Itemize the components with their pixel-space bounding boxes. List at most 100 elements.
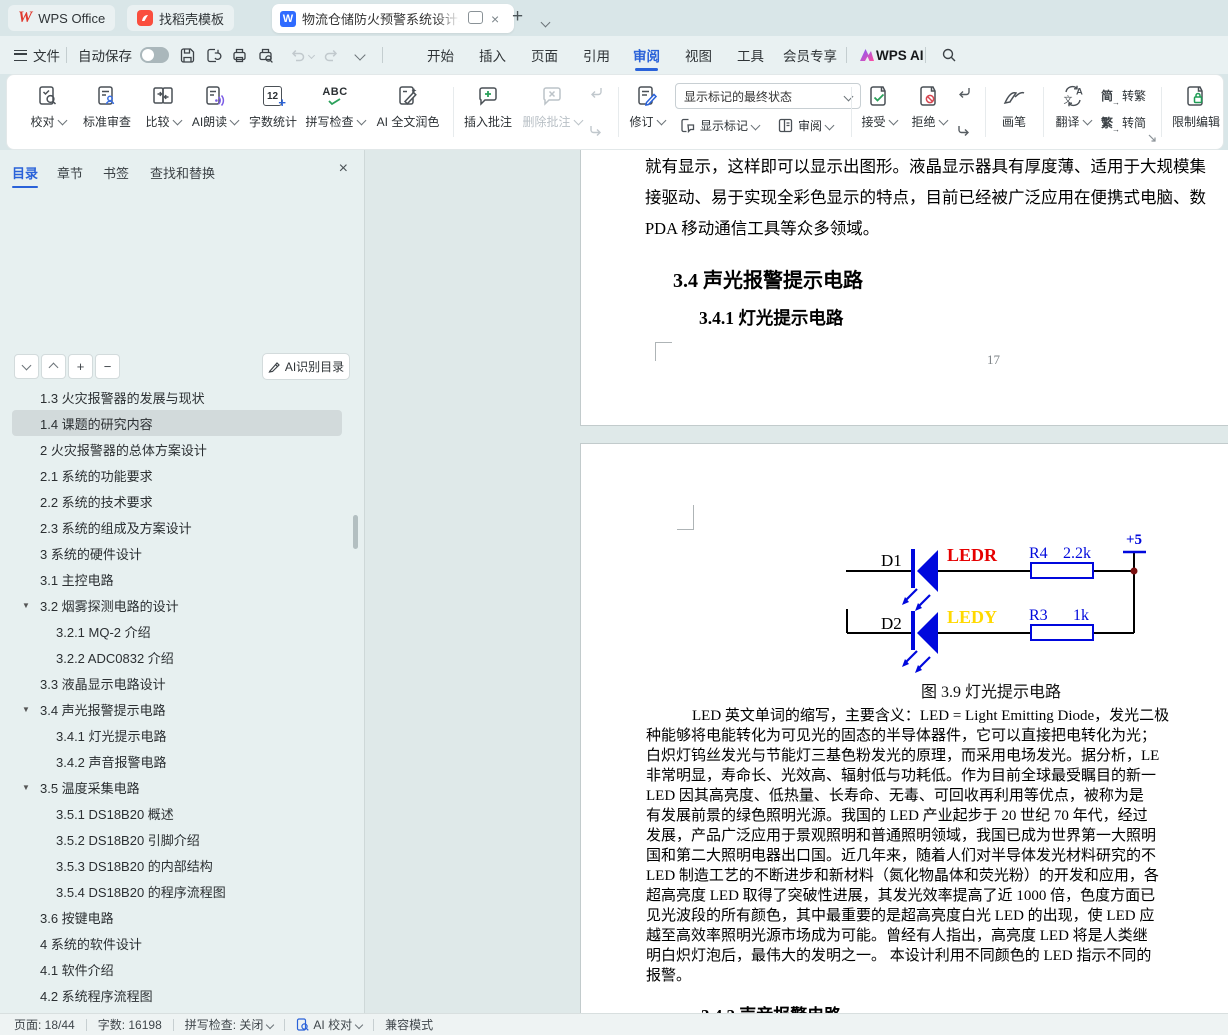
change-navigation <box>953 85 975 139</box>
toc-item[interactable]: ▼ 3.5.4 DS18B20 的程序流程图 <box>12 878 342 904</box>
accept-change-button[interactable]: 接受 <box>855 81 903 141</box>
markup-state-value: 显示标记的最终状态 <box>684 88 792 105</box>
word-count-button[interactable]: 12 + 字数统计 <box>245 81 301 141</box>
ai-polish-button[interactable]: AI 全文润色 <box>367 81 449 141</box>
toc-item[interactable]: ▼ 4.1 软件介绍 <box>12 956 342 982</box>
show-markup-button[interactable]: 显示标记 <box>679 113 759 137</box>
tab-list-chevron-icon[interactable] <box>538 15 549 33</box>
menu-tab-tools[interactable]: 工具 <box>737 36 764 74</box>
toc-item[interactable]: ▼ 3.5.1 DS18B20 概述 <box>12 800 342 826</box>
sidebar-tab-bookmarks[interactable]: 书签 <box>103 160 129 184</box>
toc-item[interactable]: ▼ 3.5.2 DS18B20 引脚介绍 <box>12 826 342 852</box>
led-indicator-circuit-figure[interactable]: +5 <box>829 525 1159 685</box>
tab-document-active[interactable]: W 物流仓储防火预警系统设计与 × <box>272 4 514 33</box>
autosave-toggle[interactable] <box>140 47 169 63</box>
menu-tab-member[interactable]: 会员专享 <box>783 36 837 74</box>
toc-item[interactable]: ▼ 3.4.1 灯光提示电路 <box>12 722 342 748</box>
markup-state-select[interactable]: 显示标记的最终状态 <box>675 83 861 109</box>
autosave-control[interactable]: 自动保存 <box>78 36 169 74</box>
toc-item[interactable]: ▼ 2 火灾报警器的总体方案设计 <box>12 436 342 462</box>
menu-tab-reference[interactable]: 引用 <box>583 36 610 74</box>
new-tab-button[interactable]: + <box>512 6 523 28</box>
standard-review-button[interactable]: 标准审查 <box>77 81 137 141</box>
tab-preview-icon[interactable] <box>468 11 483 26</box>
toc-item[interactable]: ▼ 3.4 声光报警提示电路 <box>12 696 342 722</box>
document-page-17[interactable]: 液晶显示的原理是利用液晶的物理特性， 通过电压对其显示区域进行控就有显示，这样即… <box>580 150 1228 426</box>
menu-tab-insert[interactable]: 插入 <box>479 36 506 74</box>
insert-comment-button[interactable]: 插入批注 <box>457 81 519 141</box>
toc-item[interactable]: ▼ 4 系统的软件设计 <box>12 930 342 956</box>
next-change-icon[interactable] <box>956 123 972 139</box>
toc-item[interactable]: ▼ 3.1 主控电路 <box>12 566 342 592</box>
toc-item[interactable]: ▼ 3.3 液晶显示电路设计 <box>12 670 342 696</box>
toc-item[interactable]: ▼ 3.6 按键电路 <box>12 904 342 930</box>
status-ai-proofread[interactable]: AI 校对 <box>296 1016 362 1033</box>
wps-ai-button[interactable]: WPS AI <box>858 36 924 74</box>
print-preview-button[interactable] <box>254 36 276 74</box>
sidebar-tab-find-replace[interactable]: 查找和替换 <box>150 160 215 184</box>
toc-zoom-out-button[interactable]: − <box>95 354 120 379</box>
draw-pen-button[interactable]: 画笔 <box>993 81 1035 141</box>
tab-docer-templates[interactable]: 找稻壳模板 <box>127 5 234 31</box>
export-button[interactable] <box>202 36 224 74</box>
toc-item[interactable]: ▼ 3 系统的硬件设计 <box>12 540 342 566</box>
file-menu[interactable]: 文件 <box>14 36 60 74</box>
sidebar-tab-chapters[interactable]: 章节 <box>57 160 83 184</box>
toc-expand-icon[interactable]: ▼ <box>22 783 30 792</box>
toc-item-label: 4.2 系统程序流程图 <box>40 986 153 1005</box>
ai-pen-icon <box>268 360 281 373</box>
restrict-editing-button[interactable]: 限制编辑 <box>1167 81 1225 141</box>
toc-item[interactable]: ▼ 3.4.2 声音报警电路 <box>12 748 342 774</box>
search-button[interactable] <box>938 36 960 74</box>
hamburger-icon <box>14 50 27 61</box>
to-simplified-button[interactable]: 繁→ 转简 <box>1101 111 1146 133</box>
menu-tab-view[interactable]: 视图 <box>685 36 712 74</box>
status-word-count[interactable]: 字数: 16198 <box>98 1016 162 1033</box>
toc-item[interactable]: ▼ 2.1 系统的功能要求 <box>12 462 342 488</box>
toc-collapse-all-button[interactable] <box>41 354 66 379</box>
track-changes-button[interactable]: 修订 <box>625 81 669 141</box>
ribbon-collapse-chevron-icon[interactable] <box>352 36 364 74</box>
previous-change-icon[interactable] <box>956 85 972 101</box>
menu-tab-review[interactable]: 审阅 <box>633 36 660 74</box>
to-traditional-button[interactable]: 简→ 转繁 <box>1101 84 1146 106</box>
toc-item[interactable]: ▼ 1.3 火灾报警器的发展与现状 <box>12 392 342 410</box>
toc-expand-icon[interactable]: ▼ <box>22 705 30 714</box>
review-pane-button[interactable]: 审阅 <box>777 113 833 137</box>
print-button[interactable] <box>228 36 250 74</box>
toc-item-label: 3.2.2 ADC0832 介绍 <box>56 648 174 667</box>
toc-item[interactable]: ▼ 3.2.1 MQ-2 介绍 <box>12 618 342 644</box>
sidebar-close-icon[interactable]: × <box>339 160 348 178</box>
toc-item[interactable]: ▼ 3.5 温度采集电路 <box>12 774 342 800</box>
compare-button[interactable]: 比较 <box>139 81 187 141</box>
reject-change-button[interactable]: 拒绝 <box>905 81 953 141</box>
document-page-18[interactable]: +5 <box>580 443 1228 1014</box>
toc-item[interactable]: ▼ 3.2 烟雾探测电路的设计 <box>12 592 342 618</box>
tab-wps-home[interactable]: W WPS Office <box>8 5 115 31</box>
dialog-launcher-icon[interactable] <box>1147 133 1157 143</box>
divider <box>1043 87 1044 137</box>
status-spellcheck[interactable]: 拼写检查: 关闭 <box>185 1016 274 1033</box>
toc-zoom-in-button[interactable]: + <box>68 354 93 379</box>
tab-close-icon[interactable]: × <box>491 12 499 26</box>
toc-expand-all-button[interactable] <box>14 354 39 379</box>
ai-read-aloud-button[interactable]: AI朗读 <box>185 81 245 141</box>
translate-button[interactable]: 文 A 翻译 <box>1049 81 1097 141</box>
status-page-indicator[interactable]: 页面: 18/44 <box>14 1016 75 1033</box>
menu-tab-home[interactable]: 开始 <box>427 36 454 74</box>
toc-expand-icon[interactable]: ▼ <box>22 601 30 610</box>
toc-item[interactable]: ▼ 2.3 系统的组成及方案设计 <box>12 514 342 540</box>
toc-item[interactable]: ▼ 3.5.3 DS18B20 的内部结构 <box>12 852 342 878</box>
sidebar-tab-contents[interactable]: 目录 <box>12 160 38 184</box>
ai-recognize-toc-button[interactable]: AI识别目录 <box>262 353 350 380</box>
menu-tab-page[interactable]: 页面 <box>531 36 558 74</box>
status-compat-mode[interactable]: 兼容模式 <box>385 1016 433 1033</box>
sidebar-scrollbar-thumb[interactable] <box>353 515 358 549</box>
proofread-button[interactable]: 校对 <box>23 81 73 141</box>
toc-item[interactable]: ▼ 3.2.2 ADC0832 介绍 <box>12 644 342 670</box>
toc-item[interactable]: ▼ 4.2 系统程序流程图 <box>12 982 342 1008</box>
spell-check-button[interactable]: ABC 拼写检查 <box>303 81 367 141</box>
save-button[interactable] <box>176 36 198 74</box>
toc-item[interactable]: ▼ 1.4 课题的研究内容 <box>12 410 342 436</box>
toc-item[interactable]: ▼ 2.2 系统的技术要求 <box>12 488 342 514</box>
